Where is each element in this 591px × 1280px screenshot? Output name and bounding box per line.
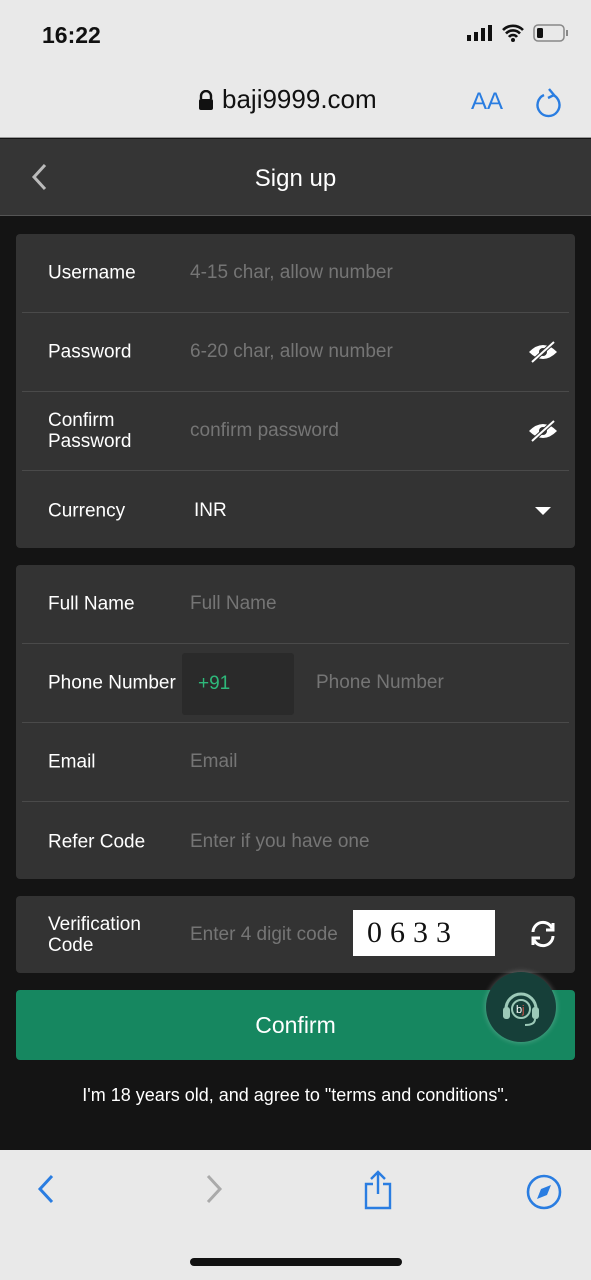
- battery-icon: [533, 24, 568, 42]
- eye-slash-icon[interactable]: [527, 340, 559, 364]
- eye-slash-icon[interactable]: [527, 419, 559, 443]
- page-title: Sign up: [254, 165, 337, 192]
- terms-text[interactable]: I'm 18 years old, and agree to "terms an…: [0, 1085, 591, 1106]
- password-input[interactable]: [190, 341, 435, 363]
- customer-support-button[interactable]: bj: [486, 972, 556, 1042]
- browser-toolbar: [0, 1150, 591, 1280]
- home-indicator: [190, 1258, 402, 1266]
- password-label: Password: [48, 341, 132, 363]
- email-input[interactable]: [190, 751, 435, 773]
- browser-address-bar[interactable]: baji9999.com AA: [0, 70, 591, 138]
- password-row: Password: [22, 313, 569, 392]
- url-text: baji9999.com: [222, 84, 377, 114]
- confirm-password-input[interactable]: [190, 420, 435, 442]
- verification-label: Verification Code: [48, 913, 141, 956]
- share-icon[interactable]: [362, 1170, 394, 1210]
- confirm-password-row: Confirm Password: [22, 392, 569, 471]
- currency-label: Currency: [48, 500, 126, 521]
- compass-icon[interactable]: [526, 1174, 562, 1210]
- phone-row: Phone Number +91: [22, 644, 569, 723]
- refer-code-row: Refer Code: [22, 802, 569, 881]
- email-row: Email: [22, 723, 569, 802]
- full-name-input[interactable]: [190, 593, 435, 615]
- refer-code-label: Refer Code: [48, 831, 146, 852]
- currency-row[interactable]: Currency INR: [22, 471, 569, 550]
- full-name-label: Full Name: [48, 593, 135, 615]
- status-bar: 16:22: [0, 0, 591, 70]
- page-header: Sign up: [0, 139, 591, 216]
- username-label: Username: [48, 262, 136, 284]
- status-time: 16:22: [42, 22, 101, 48]
- phone-label: Phone Number: [48, 672, 176, 694]
- refer-code-input[interactable]: [190, 830, 530, 853]
- personal-card: Full Name Phone Number +91 Email Refer C…: [16, 565, 575, 879]
- lock-icon: [199, 89, 213, 110]
- email-label: Email: [48, 751, 96, 773]
- full-name-row: Full Name: [22, 565, 569, 644]
- confirm-password-label: Confirm Password: [48, 410, 132, 452]
- headset-icon: bj: [503, 992, 539, 1026]
- phone-input[interactable]: [316, 672, 561, 694]
- username-input[interactable]: [190, 262, 435, 284]
- refresh-icon[interactable]: [529, 920, 557, 948]
- username-row: Username: [22, 234, 569, 313]
- account-card: Username Password Confirm Password Curre…: [16, 234, 575, 548]
- signal-icon: [467, 25, 492, 41]
- wifi-icon: [502, 24, 524, 42]
- currency-select[interactable]: INR: [194, 500, 227, 522]
- reload-icon[interactable]: [534, 86, 564, 118]
- forward-icon[interactable]: [202, 1172, 226, 1206]
- verification-row: Verification Code 0633: [22, 896, 569, 973]
- back-icon[interactable]: [34, 1172, 58, 1206]
- verification-card: Verification Code 0633: [16, 896, 575, 973]
- text-size-button[interactable]: AA: [471, 88, 503, 116]
- verification-input[interactable]: [190, 923, 355, 946]
- country-code[interactable]: +91: [182, 653, 294, 715]
- svg-text:j: j: [521, 1004, 524, 1016]
- captcha-image: 0633: [353, 910, 495, 956]
- dropdown-caret-icon[interactable]: [535, 507, 551, 515]
